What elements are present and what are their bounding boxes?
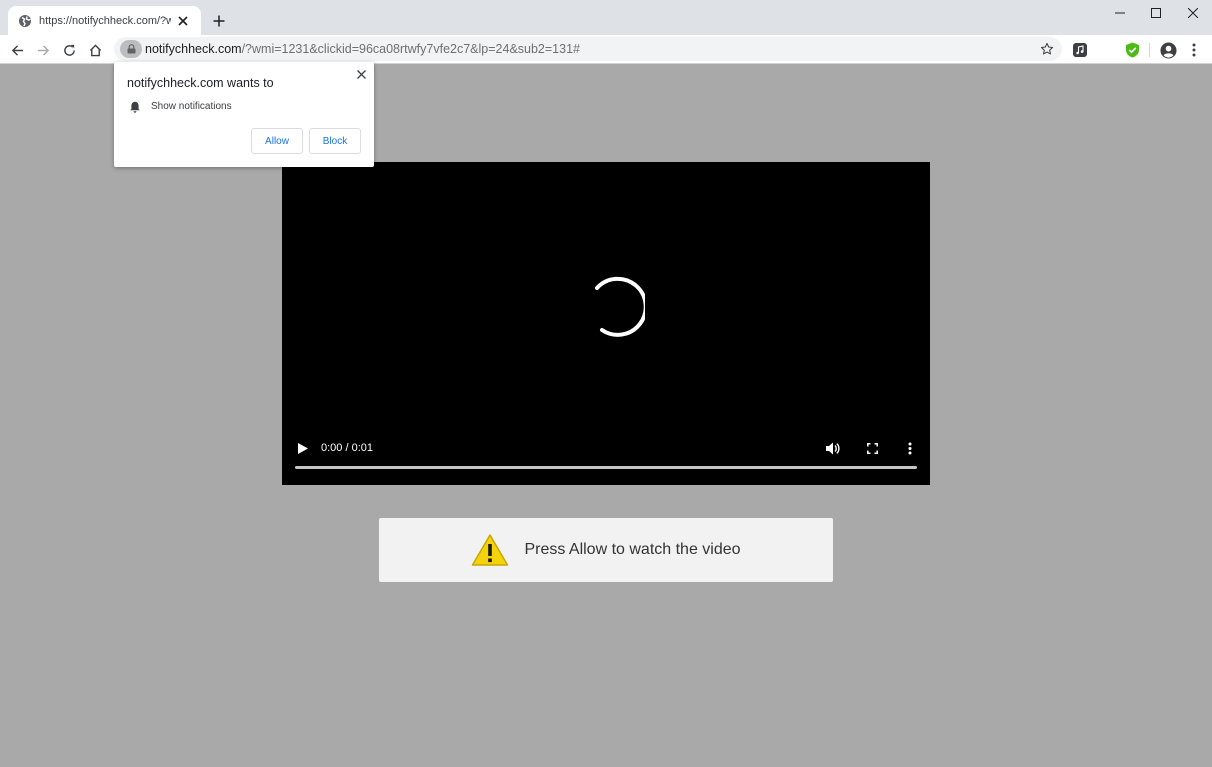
bell-icon	[129, 100, 141, 113]
permission-title: notifychheck.com wants to	[127, 76, 274, 90]
close-dialog-icon[interactable]	[354, 67, 368, 81]
volume-icon[interactable]	[824, 439, 842, 457]
bookmark-star-icon[interactable]	[1038, 40, 1056, 58]
close-window-icon[interactable]	[1174, 0, 1212, 26]
home-icon[interactable]	[84, 39, 106, 61]
play-icon[interactable]	[296, 439, 310, 457]
allow-button[interactable]: Allow	[251, 128, 303, 154]
allow-notice-banner: Press Allow to watch the video	[379, 518, 833, 582]
browser-toolbar: notifychheck.com/?wmi=1231&clickid=96ca0…	[0, 35, 1212, 64]
menu-kebab-icon[interactable]	[1184, 40, 1204, 60]
url-path: /?wmi=1231&clickid=96ca08rtwfy7vfe2c7&lp…	[241, 42, 580, 56]
url-text: notifychheck.com/?wmi=1231&clickid=96ca0…	[145, 42, 580, 56]
notice-text: Press Allow to watch the video	[524, 541, 741, 558]
video-progress-bar[interactable]	[295, 466, 917, 469]
url-host: notifychheck.com	[145, 42, 242, 56]
forward-icon[interactable]	[32, 39, 54, 61]
fullscreen-icon[interactable]	[863, 439, 881, 457]
permission-text: Show notifications	[151, 100, 232, 112]
tab-strip: https://notifychheck.com/?wmi=	[0, 0, 1212, 35]
reload-icon[interactable]	[58, 39, 80, 61]
lock-icon[interactable]	[120, 40, 142, 58]
profile-avatar-icon[interactable]	[1158, 40, 1178, 60]
video-time: 0:00 / 0:01	[321, 442, 373, 454]
music-extension-icon[interactable]	[1070, 40, 1090, 60]
notification-permission-dialog: notifychheck.com wants to Show notificat…	[114, 62, 374, 167]
close-tab-icon[interactable]	[175, 13, 191, 29]
globe-icon	[18, 14, 32, 28]
maximize-window-icon[interactable]	[1137, 0, 1175, 26]
tab-title: https://notifychheck.com/?wmi=	[39, 14, 171, 27]
new-tab-button[interactable]	[208, 10, 230, 32]
shield-extension-icon[interactable]	[1122, 40, 1142, 60]
toolbar-separator	[1149, 43, 1150, 57]
permission-row: Show notifications	[129, 100, 232, 113]
browser-tab[interactable]: https://notifychheck.com/?wmi=	[8, 6, 201, 35]
address-bar[interactable]: notifychheck.com/?wmi=1231&clickid=96ca0…	[114, 37, 1062, 61]
back-icon[interactable]	[6, 39, 28, 61]
minimize-window-icon[interactable]	[1101, 0, 1139, 26]
loading-spinner-icon	[595, 276, 645, 337]
video-player[interactable]: 0:00 / 0:01	[282, 162, 930, 485]
block-button[interactable]: Block	[309, 128, 361, 154]
video-options-icon[interactable]	[902, 439, 918, 457]
warning-icon	[472, 534, 509, 566]
